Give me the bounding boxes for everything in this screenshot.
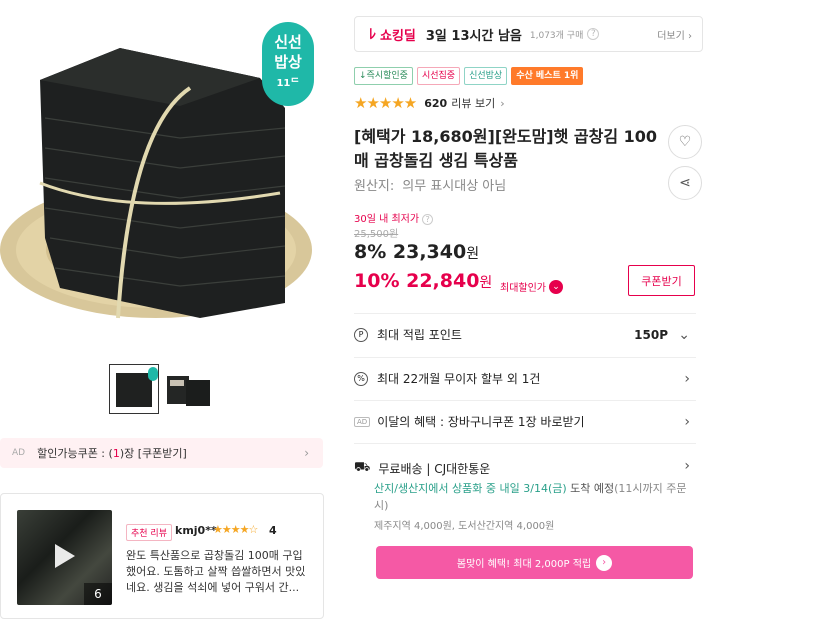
installment-row[interactable]: % 최대 22개월 무이자 할부 외 1건 ›: [354, 357, 696, 399]
percent-icon: %: [354, 371, 368, 386]
arrow-right-icon: ›: [596, 554, 613, 571]
thumbnail-1[interactable]: [109, 364, 159, 414]
more-link[interactable]: 더보기 ›: [657, 27, 692, 42]
thumbnail-2[interactable]: [164, 364, 214, 414]
review-user: kmj0**: [175, 524, 217, 537]
badge-line1: 신선: [274, 33, 302, 51]
chevron-right-icon: ›: [684, 370, 690, 387]
max-discount-price: 10% 22,840원: [354, 270, 493, 292]
coupon-count: 1: [112, 446, 120, 460]
monthly-benefit-row[interactable]: AD 이달의 혜택 : 장바구니쿠폰 1장 바로받기 ›: [354, 400, 696, 442]
review-view-link[interactable]: 리뷰 보기: [451, 95, 495, 111]
shocking-deal-label: 쇼킹딜: [380, 28, 416, 44]
time-left: 3일 13시간 남음: [425, 28, 522, 44]
original-price: 25,500원: [354, 229, 399, 240]
chevron-right-icon: ›: [304, 446, 309, 460]
review-tag: 추천 리뷰: [126, 524, 172, 541]
rating-summary[interactable]: ★★★★★ 620 리뷰 보기 ›: [354, 94, 505, 112]
chevron-right-icon: ›: [500, 96, 505, 110]
review-stars: ★★★★☆: [213, 523, 258, 536]
chevron-right-icon: ›: [684, 413, 690, 430]
badge-line3: 11ᄃ: [276, 78, 300, 89]
origin-value: 의무 표시대상 아님: [402, 179, 507, 194]
ad-label: AD: [12, 448, 26, 458]
thumbnail-list: [109, 364, 214, 414]
truck-icon: ⛟: [354, 460, 371, 475]
recommended-review-card[interactable]: 6 추천 리뷰 kmj0** ★★★★☆ 4 완도 특산품으로 곱창돌김 100…: [0, 493, 324, 619]
badge-attention: 시선집중: [416, 67, 461, 85]
chevron-down-icon: ⌄: [678, 326, 690, 343]
ad-label: AD: [354, 416, 371, 427]
promo-points-banner[interactable]: 봄맞이 혜택! 최대 2,000P 적립 ›: [376, 546, 693, 579]
chevron-down-icon: ⌄: [549, 279, 563, 294]
shocking-deal-icon: ﾚ: [369, 27, 376, 43]
product-origin: 원산지: 의무 표시대상 아님: [354, 175, 506, 194]
shipping-extra-fee: 제주지역 4,000원, 도서산간지역 4,000원: [374, 521, 555, 532]
lowest-price-label: 30일 내 최저가?: [354, 210, 434, 225]
shocking-deal-bar[interactable]: ﾚ 쇼킹딜 3일 13시간 남음 1,073개 구매 ? 더보기 ›: [354, 16, 703, 52]
badge-fresh-table: 신선밥상: [464, 67, 508, 85]
heart-icon: ♡: [678, 134, 692, 150]
product-title: [혜택가 18,680원][완도맘]햇 곱창김 100매 곱창돌김 생김 특상품: [354, 127, 658, 170]
available-coupon-bar[interactable]: AD 할인가능쿠폰 : (1)장 [쿠폰받기] ›: [0, 438, 323, 468]
chevron-right-icon: ›: [684, 458, 690, 474]
play-icon: [55, 544, 75, 568]
rating-stars: ★★★★★: [354, 94, 417, 112]
review-score: 4: [269, 524, 277, 537]
points-value: 150P: [634, 327, 668, 342]
origin-label: 원산지:: [354, 179, 395, 194]
review-media-count: 6: [84, 583, 112, 605]
badge-line2: 밥상: [274, 53, 302, 71]
info-icon[interactable]: ?: [422, 214, 434, 225]
points-icon: P: [354, 327, 368, 342]
badge-instant-discount: ↓즉시할인중: [354, 67, 413, 85]
shipping-label: 무료배송 | CJ대한통운: [378, 462, 491, 476]
shipping-estimate: 산지/생산지에서 상품화 중 내일 3/14(금) 도착 예정(11시까지 주문…: [374, 482, 687, 512]
review-video-thumbnail[interactable]: 6: [17, 510, 112, 605]
points-row[interactable]: P 최대 적립 포인트 150P ⌄: [354, 313, 696, 355]
promo-text: 봄맞이 혜택! 최대 2,000P 적립: [456, 559, 592, 570]
share-icon: ⋖: [679, 175, 691, 191]
info-icon[interactable]: ?: [587, 28, 600, 40]
review-text: 완도 특산품으로 곱창돌김 100매 구입했어요. 도톰하고 살짝 씁쌀하면서 …: [126, 549, 306, 594]
badge-seafood-best: 수산 베스트 1위: [511, 67, 584, 85]
sold-count: 1,073개 구매: [529, 30, 584, 41]
max-discount-tag[interactable]: 최대할인가 ⌄: [500, 279, 563, 294]
get-coupon-button[interactable]: 쿠폰받기: [628, 265, 695, 296]
monthly-benefit-label: 이달의 혜택 : 장바구니쿠폰 1장 바로받기: [377, 415, 585, 429]
product-badges: ↓즉시할인중 시선집중 신선밥상 수산 베스트 1위: [354, 67, 584, 85]
coupon-suffix: )장 [쿠폰받기]: [119, 447, 187, 460]
installment-label: 최대 22개월 무이자 할부 외 1건: [377, 372, 541, 386]
discount-price: 8% 23,340원: [354, 241, 480, 263]
review-count: 620: [424, 96, 448, 110]
share-button[interactable]: ⋖: [668, 166, 702, 200]
wishlist-button[interactable]: ♡: [668, 125, 702, 159]
points-label: 최대 적립 포인트: [377, 328, 462, 342]
coupon-prefix: 할인가능쿠폰 : (: [37, 447, 113, 460]
fresh-table-badge: 신선 밥상 11ᄃ: [262, 22, 314, 106]
